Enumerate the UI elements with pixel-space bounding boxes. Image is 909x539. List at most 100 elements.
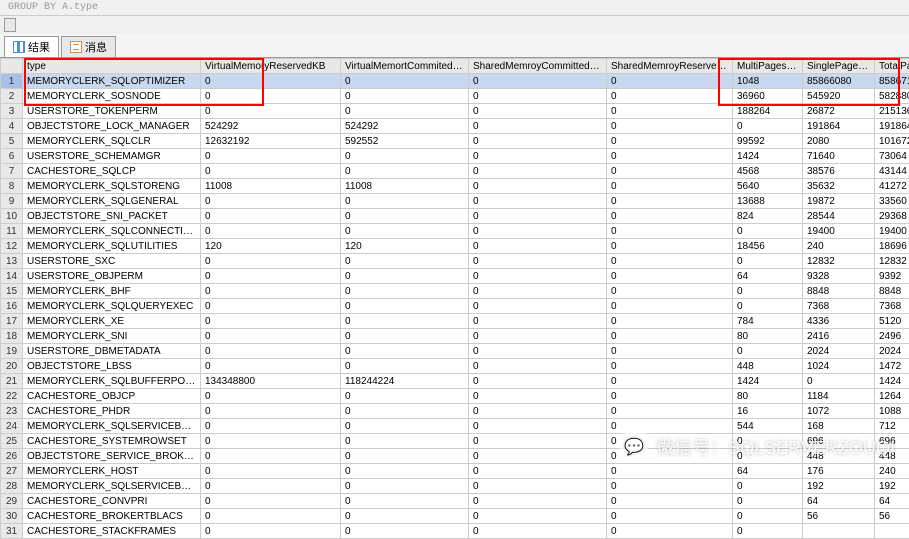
table-row[interactable]: 24MEMORYCLERK_SQLSERVICEBROKER0000544168… — [1, 419, 909, 434]
cell[interactable]: 0 — [201, 209, 341, 224]
cell[interactable]: 0 — [607, 389, 733, 404]
cell[interactable]: 448 — [733, 359, 803, 374]
cell[interactable]: 0 — [469, 494, 607, 509]
cell[interactable]: 0 — [733, 254, 803, 269]
cell[interactable]: 5640 — [733, 179, 803, 194]
cell[interactable]: 4568 — [733, 164, 803, 179]
table-row[interactable]: 5MEMORYCLERK_SQLCLR126321925925520099592… — [1, 134, 909, 149]
cell[interactable]: 592552 — [341, 134, 469, 149]
cell[interactable]: 0 — [469, 224, 607, 239]
cell[interactable]: 0 — [341, 104, 469, 119]
table-row[interactable]: 22CACHESTORE_OBJCP00008011841264 — [1, 389, 909, 404]
cell[interactable]: MEMORYCLERK_SQLGENERAL — [23, 194, 201, 209]
cell[interactable]: 545920 — [803, 89, 875, 104]
cell[interactable]: 64 — [875, 494, 909, 509]
cell[interactable]: 0 — [733, 119, 803, 134]
data-table[interactable]: type VirtualMemoryReservedKB VirtualMemo… — [0, 58, 909, 539]
cell[interactable]: 26872 — [803, 104, 875, 119]
cell[interactable]: 19400 — [875, 224, 909, 239]
cell[interactable]: 696 — [875, 434, 909, 449]
cell[interactable]: 64 — [733, 464, 803, 479]
col-header[interactable]: MultiPagesKB — [733, 59, 803, 74]
cell[interactable]: USERSTORE_TOKENPERM — [23, 104, 201, 119]
cell[interactable]: 1424 — [875, 374, 909, 389]
cell[interactable]: OBJECTSTORE_LOCK_MANAGER — [23, 119, 201, 134]
cell[interactable]: 120 — [341, 239, 469, 254]
cell[interactable]: CACHESTORE_CONVPRI — [23, 494, 201, 509]
cell[interactable]: 0 — [341, 209, 469, 224]
cell[interactable]: 0 — [607, 254, 733, 269]
cell[interactable]: 0 — [469, 239, 607, 254]
cell[interactable]: 0 — [733, 284, 803, 299]
cell[interactable]: 1424 — [733, 374, 803, 389]
cell[interactable]: 73064 — [875, 149, 909, 164]
cell[interactable]: 0 — [469, 209, 607, 224]
cell[interactable]: 18456 — [733, 239, 803, 254]
table-row[interactable]: 20OBJECTSTORE_LBSS000044810241472 — [1, 359, 909, 374]
cell[interactable]: 0 — [201, 224, 341, 239]
cell[interactable]: 0 — [607, 404, 733, 419]
cell[interactable]: 0 — [607, 134, 733, 149]
cell[interactable]: 448 — [803, 449, 875, 464]
cell[interactable]: MEMORYCLERK_SQLUTILITIES — [23, 239, 201, 254]
table-row[interactable]: 25CACHESTORE_SYSTEMROWSET00000696696 — [1, 434, 909, 449]
cell[interactable]: 0 — [341, 74, 469, 89]
table-row[interactable]: 3USERSTORE_TOKENPERM00001882642687221513… — [1, 104, 909, 119]
cell[interactable]: MEMORYCLERK_SOSNODE — [23, 89, 201, 104]
cell[interactable]: 0 — [607, 479, 733, 494]
cell[interactable]: 0 — [607, 89, 733, 104]
cell[interactable]: 0 — [469, 389, 607, 404]
col-header[interactable]: type — [23, 59, 201, 74]
cell[interactable]: 0 — [201, 314, 341, 329]
cell[interactable]: 0 — [469, 404, 607, 419]
cell[interactable]: 16 — [733, 404, 803, 419]
cell[interactable]: USERSTORE_DBMETADATA — [23, 344, 201, 359]
cell[interactable]: 2416 — [803, 329, 875, 344]
cell[interactable]: 2080 — [803, 134, 875, 149]
cell[interactable]: 0 — [469, 434, 607, 449]
cell[interactable]: 99592 — [733, 134, 803, 149]
cell[interactable]: 120 — [201, 239, 341, 254]
cell[interactable]: 0 — [201, 494, 341, 509]
cell[interactable]: 38576 — [803, 164, 875, 179]
cell[interactable]: 0 — [201, 299, 341, 314]
cell[interactable]: 0 — [201, 344, 341, 359]
table-row[interactable]: 27MEMORYCLERK_HOST000064176240 — [1, 464, 909, 479]
cell[interactable]: 0 — [201, 89, 341, 104]
cell[interactable]: 0 — [469, 374, 607, 389]
cell[interactable]: 0 — [469, 134, 607, 149]
cell[interactable]: 0 — [607, 314, 733, 329]
cell[interactable]: 0 — [201, 434, 341, 449]
cell[interactable]: 0 — [733, 509, 803, 524]
cell[interactable]: 0 — [201, 389, 341, 404]
cell[interactable]: 7368 — [875, 299, 909, 314]
cell[interactable]: 0 — [201, 254, 341, 269]
cell[interactable]: 2024 — [875, 344, 909, 359]
cell[interactable]: 0 — [201, 149, 341, 164]
cell[interactable]: 0 — [607, 374, 733, 389]
table-row[interactable]: 15MEMORYCLERK_BHF0000088488848 — [1, 284, 909, 299]
cell[interactable]: OBJECTSTORE_SERVICE_BROKER — [23, 449, 201, 464]
cell[interactable]: 524292 — [201, 119, 341, 134]
cell[interactable]: 9392 — [875, 269, 909, 284]
cell[interactable]: 85867128 — [875, 74, 909, 89]
cell[interactable]: 168 — [803, 419, 875, 434]
cell[interactable]: 0 — [607, 209, 733, 224]
cell[interactable]: 0 — [607, 419, 733, 434]
cell[interactable]: 80 — [733, 329, 803, 344]
cell[interactable]: 4336 — [803, 314, 875, 329]
cell[interactable]: 0 — [201, 524, 341, 539]
cell[interactable]: 191864 — [875, 119, 909, 134]
cell[interactable]: 0 — [201, 404, 341, 419]
cell[interactable]: 0 — [341, 464, 469, 479]
col-header[interactable]: SharedMemroyCommittedKB — [469, 59, 607, 74]
cell[interactable]: 0 — [341, 449, 469, 464]
cell[interactable]: 101672 — [875, 134, 909, 149]
cell[interactable]: 0 — [341, 149, 469, 164]
cell[interactable]: 0 — [341, 164, 469, 179]
cell[interactable]: 0 — [607, 239, 733, 254]
cell[interactable]: 0 — [607, 464, 733, 479]
cell[interactable]: 0 — [607, 509, 733, 524]
cell[interactable]: 28544 — [803, 209, 875, 224]
cell[interactable]: 0 — [469, 164, 607, 179]
